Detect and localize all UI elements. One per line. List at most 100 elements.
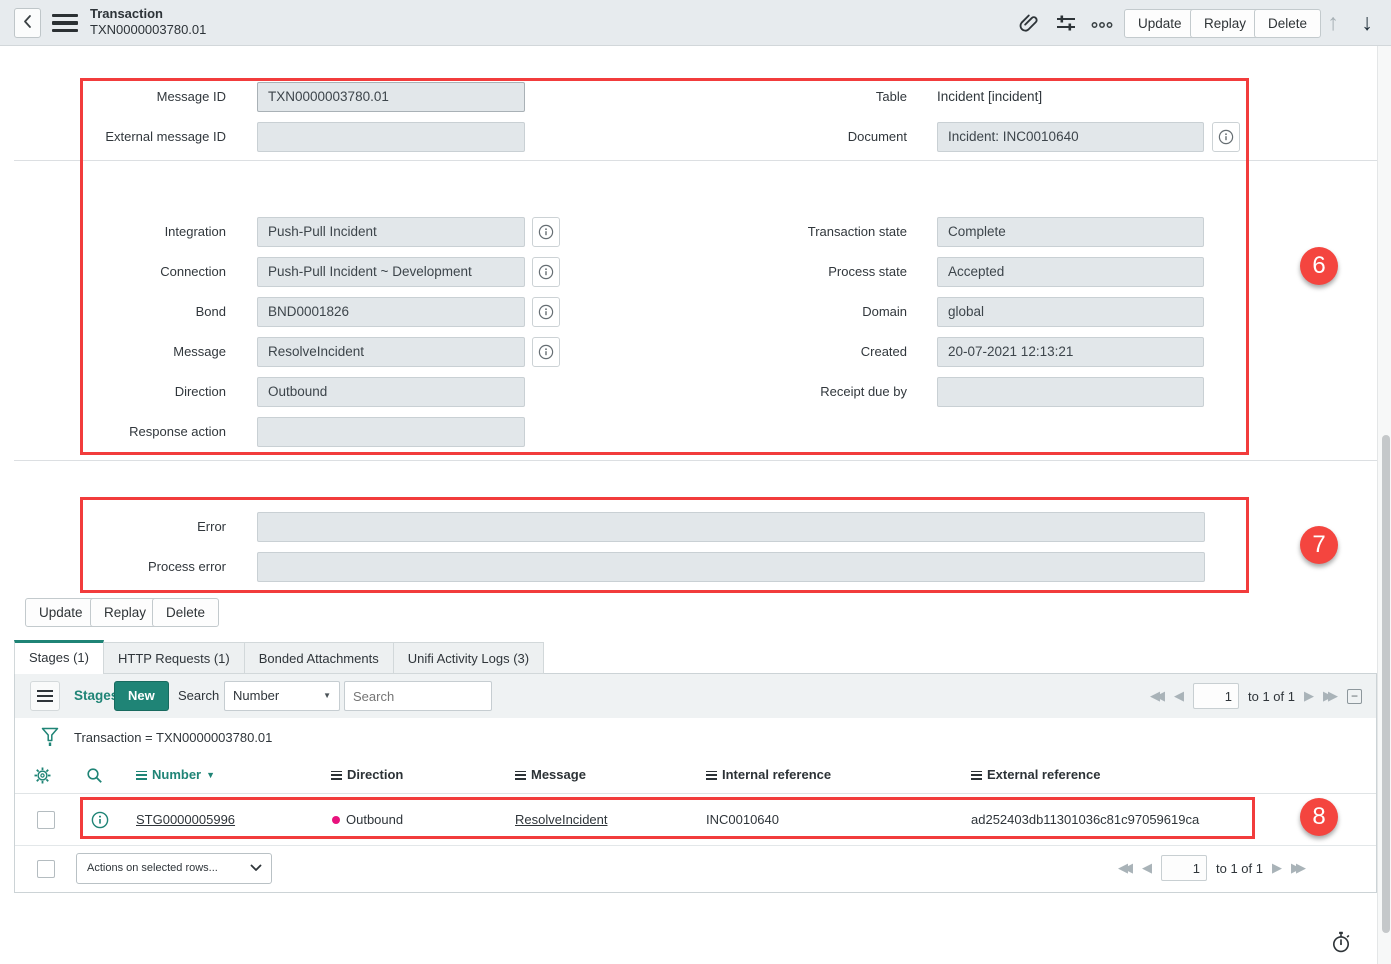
response-action-field[interactable]	[257, 417, 525, 447]
annotation-circle-8: 8	[1300, 798, 1338, 836]
form-delete-button[interactable]: Delete	[152, 598, 220, 627]
replay-button[interactable]: Replay	[1190, 9, 1261, 38]
filter-breadcrumb[interactable]: Transaction = TXN0000003780.01	[74, 718, 272, 757]
message-id-field[interactable]: TXN0000003780.01	[257, 82, 525, 112]
gear-icon[interactable]	[34, 767, 51, 787]
process-error-field[interactable]	[257, 552, 1205, 582]
integration-label: Integration	[164, 224, 226, 239]
list-menu-button[interactable]	[30, 681, 60, 711]
next-page-icon[interactable]: ▶	[1272, 860, 1282, 876]
column-header-internal-reference[interactable]: Internal reference	[706, 757, 831, 793]
record-preview-info-icon[interactable]	[91, 811, 109, 832]
search-field-select[interactable]: Number ▼	[224, 681, 340, 711]
bond-info-button[interactable]	[532, 297, 560, 327]
annotation-circle-7: 7	[1300, 526, 1338, 564]
transaction-state-field[interactable]: Complete	[937, 217, 1204, 247]
first-page-icon[interactable]: ◀◀	[1118, 860, 1133, 876]
column-header-external-reference[interactable]: External reference	[971, 757, 1100, 793]
message-field[interactable]: ResolveIncident	[257, 337, 525, 367]
external-message-id-label: External message ID	[105, 129, 226, 144]
message-info-button[interactable]	[532, 337, 560, 367]
document-field[interactable]: Incident: INC0010640	[937, 122, 1204, 152]
direction-field[interactable]: Outbound	[257, 377, 525, 407]
previous-page-icon[interactable]: ◀	[1174, 688, 1184, 704]
form-replay-button[interactable]: Replay	[90, 598, 161, 627]
message-id-label: Message ID	[156, 89, 226, 104]
paperclip-icon[interactable]	[1018, 12, 1042, 34]
column-menu-icon[interactable]	[136, 770, 147, 780]
related-lists-tabs: Stages (1) HTTP Requests (1) Bonded Atta…	[14, 640, 545, 674]
page-subtitle: TXN0000003780.01	[90, 22, 207, 37]
column-header-number[interactable]: Number ▼	[136, 757, 215, 793]
scroll-up-icon[interactable]: ↑	[1320, 6, 1346, 38]
previous-page-icon[interactable]: ◀	[1142, 860, 1152, 876]
column-header-label: External reference	[987, 767, 1101, 782]
pagination-range: to 1 of 1	[1216, 860, 1263, 876]
delete-button[interactable]: Delete	[1254, 9, 1322, 38]
row-direction: Outbound	[346, 812, 404, 827]
row-number-link[interactable]: STG0000005996	[136, 794, 235, 846]
external-message-id-field[interactable]	[257, 122, 525, 152]
more-options-icon[interactable]	[1090, 18, 1114, 40]
first-page-icon[interactable]: ◀◀	[1150, 688, 1165, 704]
page-number-input[interactable]	[1161, 855, 1208, 881]
tab-bonded-attachments[interactable]: Bonded Attachments	[244, 642, 394, 674]
last-page-icon[interactable]: ▶▶	[1323, 688, 1338, 704]
bond-field[interactable]: BND0001826	[257, 297, 525, 327]
column-menu-icon[interactable]	[515, 770, 526, 780]
message-record-link[interactable]: ResolveIncident	[515, 812, 608, 827]
stage-record-link[interactable]: STG0000005996	[136, 812, 235, 827]
created-field[interactable]: 20-07-2021 12:13:21	[937, 337, 1204, 367]
column-header-direction[interactable]: Direction	[331, 757, 403, 793]
context-menu-icon[interactable]	[52, 14, 78, 32]
filter-funnel-icon[interactable]	[41, 727, 59, 751]
list-filter-row: Transaction = TXN0000003780.01	[15, 718, 1376, 757]
last-page-icon[interactable]: ▶▶	[1291, 860, 1306, 876]
actions-select[interactable]: Actions on selected rows...	[76, 853, 272, 884]
list-footer: Actions on selected rows... ◀◀ ◀ to 1 of…	[15, 846, 1376, 892]
search-label: Search	[178, 688, 220, 703]
domain-field[interactable]: global	[937, 297, 1204, 327]
tab-unifi-activity-logs[interactable]: Unifi Activity Logs (3)	[393, 642, 545, 674]
list-pagination-top: ◀◀ ◀ to 1 of 1 ▶ ▶▶ −	[1150, 674, 1362, 718]
column-menu-icon[interactable]	[706, 770, 717, 780]
search-input[interactable]	[344, 681, 492, 711]
personalize-sliders-icon[interactable]	[1054, 14, 1078, 36]
document-info-button[interactable]	[1212, 122, 1240, 152]
table-row[interactable]: STG0000005996 Outbound ResolveIncident I…	[15, 794, 1376, 846]
vertical-scrollbar[interactable]	[1377, 46, 1391, 964]
column-header-label: Internal reference	[722, 767, 832, 782]
tab-stages[interactable]: Stages (1)	[14, 640, 104, 674]
error-field[interactable]	[257, 512, 1205, 542]
row-message-link[interactable]: ResolveIncident	[515, 794, 608, 846]
new-button[interactable]: New	[114, 681, 169, 711]
receipt-due-by-field[interactable]	[937, 377, 1204, 407]
select-all-checkbox[interactable]	[37, 860, 55, 878]
row-checkbox[interactable]	[37, 811, 55, 829]
connection-field[interactable]: Push-Pull Incident ~ Development	[257, 257, 525, 287]
page-number-input[interactable]	[1193, 683, 1240, 709]
bond-label: Bond	[195, 304, 226, 319]
connection-label: Connection	[160, 264, 226, 279]
transaction-state-label: Transaction state	[807, 224, 907, 239]
tab-http-requests[interactable]: HTTP Requests (1)	[103, 642, 245, 674]
process-state-field[interactable]: Accepted	[937, 257, 1204, 287]
scrollbar-thumb[interactable]	[1382, 435, 1390, 933]
column-header-message[interactable]: Message	[515, 757, 586, 793]
row-external-reference: ad252403db11301036c81c97059619ca	[971, 812, 1200, 827]
integration-info-button[interactable]	[532, 217, 560, 247]
scroll-down-icon[interactable]: ↓	[1354, 6, 1380, 38]
info-icon	[1218, 129, 1234, 145]
connection-info-button[interactable]	[532, 257, 560, 287]
form-update-button[interactable]: Update	[25, 598, 97, 627]
search-icon[interactable]	[86, 767, 103, 787]
column-menu-icon[interactable]	[331, 770, 342, 780]
integration-field[interactable]: Push-Pull Incident	[257, 217, 525, 247]
response-time-stopwatch-icon[interactable]	[1330, 930, 1352, 957]
table-value: Incident [incident]	[937, 89, 1043, 104]
next-page-icon[interactable]: ▶	[1304, 688, 1314, 704]
update-button[interactable]: Update	[1124, 9, 1196, 38]
column-menu-icon[interactable]	[971, 770, 982, 780]
back-button[interactable]	[14, 8, 41, 38]
collapse-list-icon[interactable]: −	[1347, 688, 1362, 704]
